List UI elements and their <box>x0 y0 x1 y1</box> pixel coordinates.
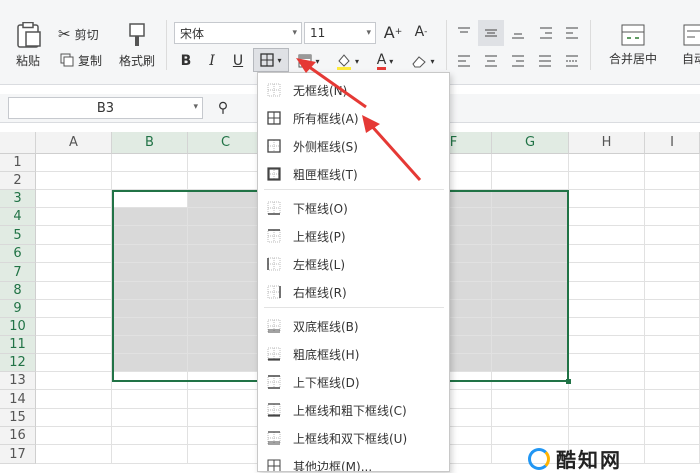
arrow-to-border-button <box>296 58 367 109</box>
arrow-to-all-borders <box>362 115 422 182</box>
annotation-arrows <box>296 58 422 182</box>
